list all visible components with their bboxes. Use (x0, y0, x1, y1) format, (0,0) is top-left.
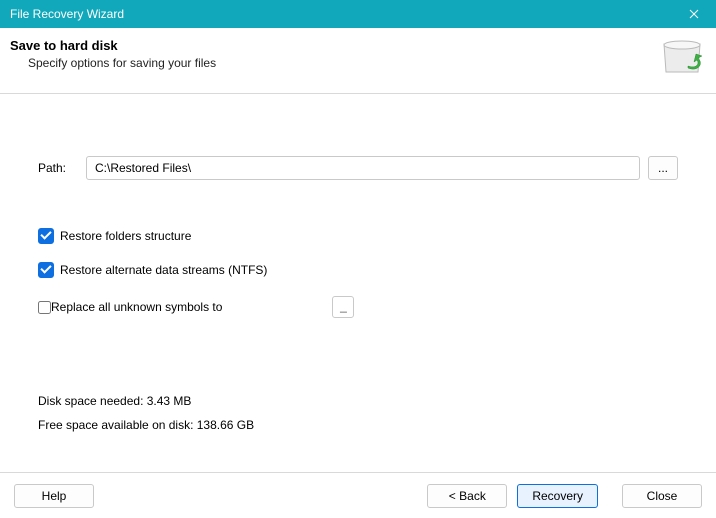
restore-folders-checkbox[interactable] (38, 228, 54, 244)
wizard-content: Path: ... Restore folders structure Rest… (0, 94, 716, 432)
restore-folders-label[interactable]: Restore folders structure (60, 229, 191, 243)
replace-symbols-row: Replace all unknown symbols to _ (38, 296, 678, 318)
page-subtitle: Specify options for saving your files (28, 56, 702, 70)
replace-symbols-checkbox[interactable] (38, 301, 51, 314)
path-label: Path: (38, 161, 86, 175)
restore-folders-row: Restore folders structure (38, 228, 678, 244)
window-title: File Recovery Wizard (10, 7, 124, 21)
wizard-header: Save to hard disk Specify options for sa… (0, 28, 716, 94)
disk-info: Disk space needed: 3.43 MB Free space av… (38, 394, 678, 432)
titlebar: File Recovery Wizard (0, 0, 716, 28)
recovery-button[interactable]: Recovery (517, 484, 598, 508)
replace-symbols-label[interactable]: Replace all unknown symbols to (51, 300, 222, 314)
path-input[interactable] (86, 156, 640, 180)
help-button[interactable]: Help (14, 484, 94, 508)
restore-alt-streams-label[interactable]: Restore alternate data streams (NTFS) (60, 263, 267, 277)
wizard-footer: Help < Back Recovery Close (0, 472, 716, 518)
browse-button[interactable]: ... (648, 156, 678, 180)
close-button[interactable]: Close (622, 484, 702, 508)
close-icon (689, 9, 699, 19)
page-title: Save to hard disk (10, 38, 702, 53)
back-button[interactable]: < Back (427, 484, 507, 508)
replace-symbol-input[interactable]: _ (332, 296, 354, 318)
restore-alt-streams-checkbox[interactable] (38, 262, 54, 278)
window-close-button[interactable] (672, 0, 716, 28)
path-row: Path: ... (38, 156, 678, 180)
hard-disk-icon (658, 34, 706, 82)
free-space-text: Free space available on disk: 138.66 GB (38, 418, 678, 432)
restore-alt-streams-row: Restore alternate data streams (NTFS) (38, 262, 678, 278)
space-needed-text: Disk space needed: 3.43 MB (38, 394, 678, 408)
